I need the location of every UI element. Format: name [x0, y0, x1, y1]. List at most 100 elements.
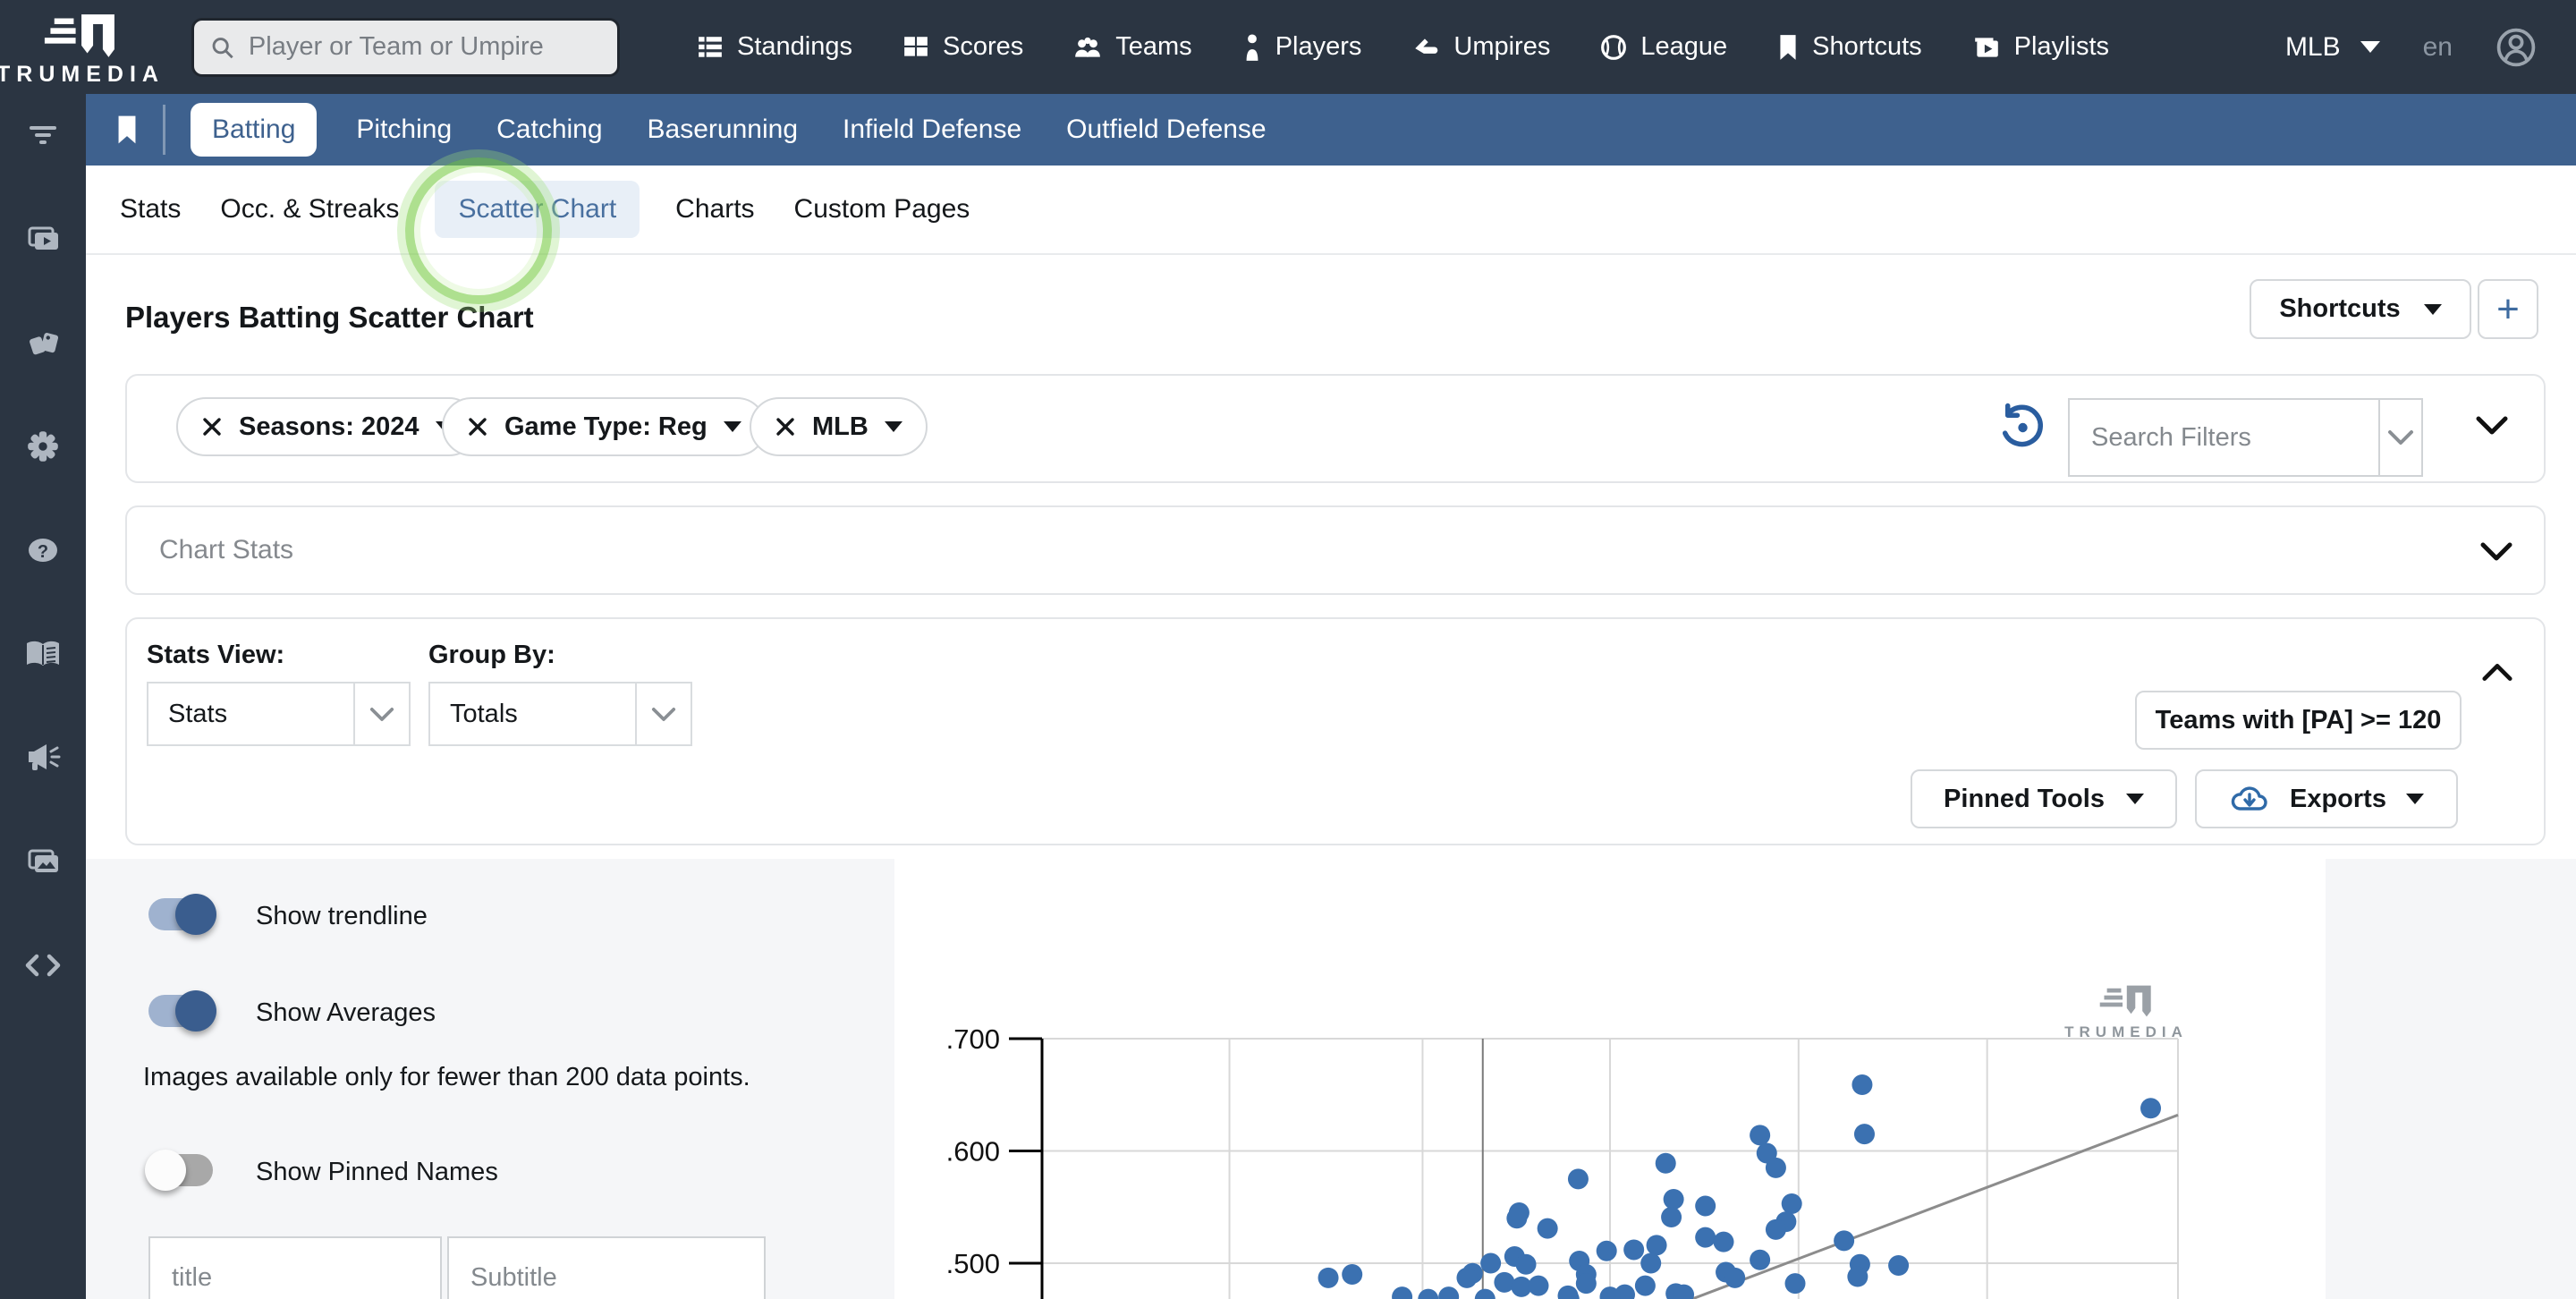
nav-standings[interactable]: Standings: [697, 32, 852, 62]
expand-chart-stats-chevron[interactable]: [2479, 541, 2513, 563]
sidebar-item-help[interactable]: ?: [23, 531, 63, 570]
svg-text:.700: .700: [946, 1023, 1000, 1055]
nav-shortcuts-label: Shortcuts: [1812, 32, 1922, 62]
tab-batting[interactable]: Batting: [191, 103, 317, 157]
scatter-chart-section: Show trendline Show Averages Images avai…: [86, 859, 2576, 1299]
nav-umpires[interactable]: Umpires: [1411, 32, 1550, 62]
plus-icon: +: [2496, 287, 2520, 332]
sidebar-item-video-playlists[interactable]: [23, 219, 63, 259]
nav-shortcuts[interactable]: Shortcuts: [1777, 32, 1922, 62]
chart-subtitle-box: [447, 1236, 766, 1299]
scores-icon: [902, 34, 929, 61]
show-trendline-toggle[interactable]: [148, 898, 213, 930]
remove-filter-x-icon[interactable]: [775, 416, 796, 437]
app-root: TRUMEDIA Standings: [0, 0, 2576, 1299]
profile-avatar-icon[interactable]: [2496, 27, 2537, 68]
bookmark-toggle[interactable]: [109, 114, 145, 146]
tab-baserunning[interactable]: Baserunning: [642, 103, 803, 157]
filter-chip-seasons[interactable]: Seasons: 2024: [176, 397, 479, 456]
add-page-button[interactable]: +: [2478, 279, 2538, 339]
locale-label[interactable]: en: [2423, 32, 2453, 63]
sidebar-item-filters[interactable]: [23, 115, 63, 155]
search-icon: [210, 34, 234, 61]
tab-outfield-defense[interactable]: Outfield Defense: [1061, 103, 1271, 157]
nav-playlists-label: Playlists: [2014, 32, 2109, 62]
filter-chip-league[interactable]: MLB: [750, 397, 928, 456]
show-averages-label: Show Averages: [256, 998, 436, 1028]
shortcuts-dropdown-button[interactable]: Shortcuts: [2250, 279, 2471, 339]
remove-filter-x-icon[interactable]: [201, 416, 223, 437]
trumedia-logo[interactable]: TRUMEDIA: [0, 7, 161, 88]
chip-label: Seasons: 2024: [239, 412, 419, 442]
tab-custom-pages[interactable]: Custom Pages: [791, 181, 974, 238]
stats-view-select[interactable]: Stats: [147, 682, 411, 746]
group-by-value: Totals: [430, 700, 635, 729]
teams-icon: [1073, 34, 1102, 61]
filter-icon: [25, 117, 61, 153]
qualifier-button[interactable]: Teams with [PA] >= 120: [2135, 691, 2462, 750]
filter-chip-game-type[interactable]: Game Type: Reg: [442, 397, 767, 456]
images-icon: [24, 844, 62, 879]
cloud-download-icon: [2229, 784, 2270, 814]
playlist-icon: [1972, 34, 2001, 61]
nav-playlists[interactable]: Playlists: [1972, 32, 2109, 62]
topbar-right: MLB en: [2285, 27, 2576, 68]
tab-occ-streaks[interactable]: Occ. & Streaks: [216, 181, 402, 238]
chevron-down-icon: [724, 421, 741, 432]
scatter-plot[interactable]: .700.600.500: [894, 859, 2326, 1299]
view-tabs: Stats Occ. & Streaks Scatter Chart Chart…: [116, 181, 973, 238]
tab-stats[interactable]: Stats: [116, 181, 184, 238]
tab-charts[interactable]: Charts: [672, 181, 758, 238]
divider: [163, 105, 165, 155]
chart-subtitle-input[interactable]: [449, 1262, 764, 1294]
tab-pitching[interactable]: Pitching: [351, 103, 457, 157]
search-filters-input[interactable]: [2070, 422, 2378, 454]
stats-view-panel: Stats View: Stats Group By: Totals Teams…: [125, 617, 2546, 845]
chart-title-input[interactable]: [150, 1262, 440, 1294]
show-pinned-names-toggle[interactable]: [148, 1154, 213, 1186]
nav-scores[interactable]: Scores: [902, 32, 1023, 62]
video-playlists-icon: [24, 221, 62, 257]
trumedia-logo-icon: [42, 13, 119, 59]
collapse-filters-chevron[interactable]: [2475, 415, 2509, 437]
announcements-megaphone-icon: [23, 741, 63, 775]
remove-filter-x-icon[interactable]: [467, 416, 488, 437]
sidebar-item-images[interactable]: [23, 842, 63, 881]
nav-teams[interactable]: Teams: [1073, 32, 1191, 62]
league-picker[interactable]: MLB: [2285, 32, 2380, 63]
shortcuts-button-label: Shortcuts: [2279, 294, 2400, 324]
show-pinned-names-label: Show Pinned Names: [256, 1158, 498, 1187]
group-by-select[interactable]: Totals: [428, 682, 692, 746]
images-note: Images available only for fewer than 200…: [143, 1063, 750, 1092]
svg-text:?: ?: [38, 542, 48, 562]
exports-label: Exports: [2290, 785, 2386, 814]
chart-stats-panel[interactable]: Chart Stats: [125, 505, 2546, 595]
search-input[interactable]: [247, 31, 601, 63]
sidebar-item-cards[interactable]: [23, 323, 63, 362]
tab-infield-defense[interactable]: Infield Defense: [837, 103, 1027, 157]
category-tabs: Batting Pitching Catching Baserunning In…: [191, 103, 1272, 157]
search-filters-dropdown[interactable]: [2378, 400, 2421, 475]
select-caret: [635, 683, 691, 744]
nav-league[interactable]: League: [1600, 32, 1727, 62]
stats-view-label: Stats View:: [147, 641, 284, 670]
show-averages-toggle[interactable]: [148, 995, 213, 1027]
left-sidebar: ?: [0, 94, 86, 1299]
history-restore-icon[interactable]: [1998, 403, 2045, 453]
toggle-knob: [175, 990, 216, 1032]
tab-catching[interactable]: Catching: [491, 103, 607, 157]
pinned-tools-button[interactable]: Pinned Tools: [1911, 769, 2177, 828]
toggle-knob: [145, 1150, 186, 1191]
tab-scatter-chart[interactable]: Scatter Chart: [435, 181, 640, 238]
sidebar-item-settings[interactable]: [23, 427, 63, 466]
sidebar-item-announcements[interactable]: [23, 738, 63, 777]
nav-scores-label: Scores: [943, 32, 1023, 62]
sidebar-item-embed[interactable]: [23, 946, 63, 985]
brand-name: TRUMEDIA: [0, 62, 165, 88]
nav-players[interactable]: Players: [1242, 32, 1362, 62]
sidebar-item-glossary[interactable]: [23, 634, 63, 674]
global-search[interactable]: [191, 18, 620, 77]
exports-button[interactable]: Exports: [2195, 769, 2458, 828]
svg-text:.600: .600: [946, 1136, 1000, 1167]
collapse-panel-chevron[interactable]: [2481, 662, 2513, 683]
